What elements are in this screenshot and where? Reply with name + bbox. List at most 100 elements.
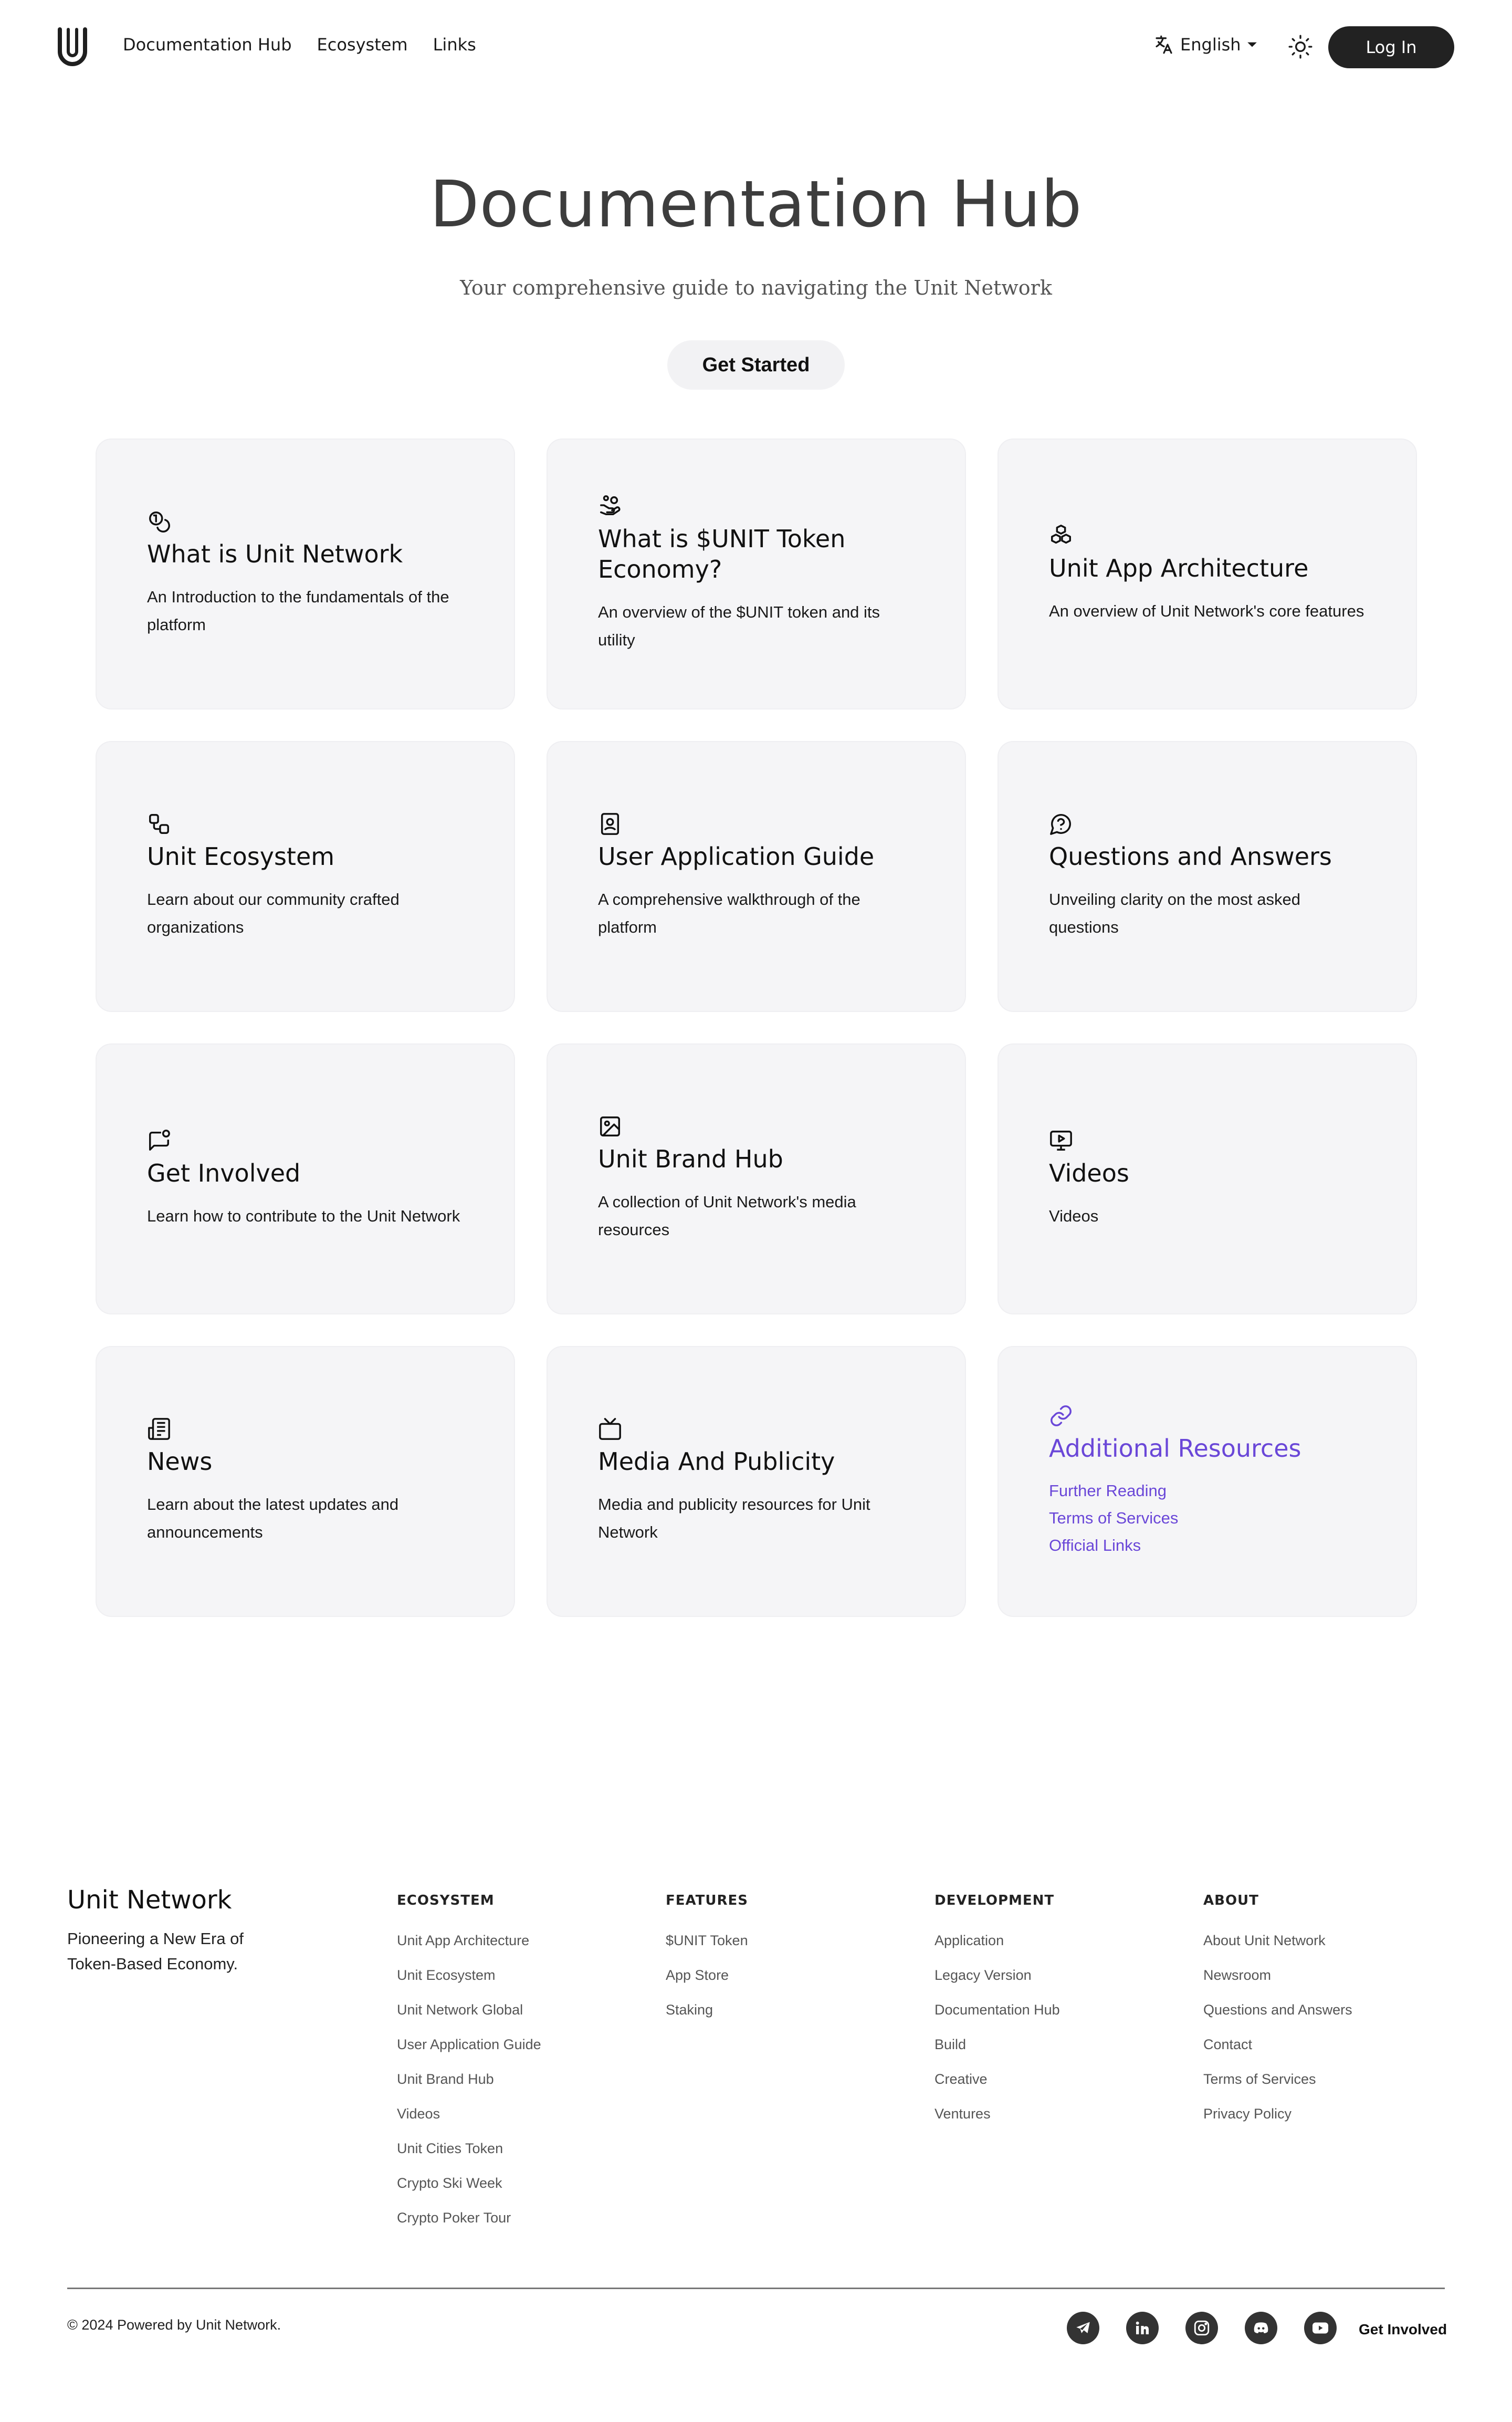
page-title: Documentation Hub bbox=[429, 167, 1083, 242]
coins-icon bbox=[149, 511, 170, 533]
footer-link[interactable]: Unit Cities Token bbox=[397, 2131, 541, 2166]
footer-link[interactable]: Unit Ecosystem bbox=[397, 1958, 541, 1992]
card-title: Additional Resources bbox=[1049, 1434, 1301, 1463]
card-description: An overview of the $UNIT token and its u… bbox=[598, 603, 880, 649]
card-unit-ecosystem[interactable]: Unit Ecosystem Learn about our community… bbox=[97, 742, 514, 1011]
footer-link[interactable]: Staking bbox=[666, 1992, 748, 2027]
card-title: Unit App Architecture bbox=[1049, 554, 1309, 582]
card-description: An overview of Unit Network's core featu… bbox=[1049, 601, 1364, 620]
nav-ecosystem[interactable]: Ecosystem bbox=[317, 35, 408, 55]
footer-link[interactable]: App Store bbox=[666, 1958, 748, 1992]
footer-heading: DEVELOPMENT bbox=[934, 1893, 1055, 1908]
get-started-button[interactable]: Get Started bbox=[667, 340, 845, 390]
footer-column-about: ABOUT About Unit Network Newsroom Questi… bbox=[1203, 1893, 1352, 2131]
discord-icon[interactable] bbox=[1245, 2312, 1277, 2344]
cubes-icon bbox=[1051, 524, 1071, 544]
footer-column-ecosystem: ECOSYSTEM Unit App Architecture Unit Eco… bbox=[397, 1893, 541, 2235]
footer-link[interactable]: Documentation Hub bbox=[934, 1992, 1060, 2027]
unit-logo-icon[interactable] bbox=[57, 27, 88, 67]
telegram-icon[interactable] bbox=[1067, 2312, 1099, 2344]
card-what-is-unit-network[interactable]: What is Unit Network An Introduction to … bbox=[97, 440, 514, 708]
card-title: Videos bbox=[1049, 1158, 1129, 1187]
page-subtitle: Your comprehensive guide to navigating t… bbox=[460, 276, 1052, 299]
footer-heading: ABOUT bbox=[1203, 1893, 1259, 1908]
doc-card-grid: What is Unit Network An Introduction to … bbox=[97, 440, 1416, 1616]
card-title: Media And Publicity bbox=[598, 1447, 835, 1476]
card-user-application-guide[interactable]: User Application Guide A comprehensive w… bbox=[548, 742, 965, 1011]
copyright: © 2024 Powered by Unit Network. bbox=[67, 2317, 281, 2333]
question-bubble-icon bbox=[1050, 814, 1071, 835]
footer-link[interactable]: Questions and Answers bbox=[1203, 1992, 1352, 2027]
linkedin-icon[interactable] bbox=[1126, 2312, 1159, 2344]
main-nav: Documentation Hub Ecosystem Links bbox=[123, 35, 476, 55]
footer-column-features: FEATURES $UNIT Token App Store Staking bbox=[666, 1893, 748, 2027]
login-button[interactable]: Log In bbox=[1328, 26, 1454, 68]
footer-link[interactable]: $UNIT Token bbox=[666, 1923, 748, 1958]
footer-link[interactable]: Terms of Services bbox=[1203, 2062, 1352, 2096]
card-description: Learn about our community crafted organi… bbox=[147, 890, 400, 936]
newspaper-icon bbox=[148, 1418, 170, 1440]
footer-link[interactable]: Privacy Policy bbox=[1203, 2096, 1352, 2131]
footer-link[interactable]: User Application Guide bbox=[397, 2027, 541, 2062]
link-further-reading[interactable]: Further Reading bbox=[1049, 1477, 1366, 1505]
additional-links: Further Reading Terms of Services Offici… bbox=[1049, 1477, 1366, 1559]
card-media-and-publicity[interactable]: Media And Publicity Media and publicity … bbox=[548, 1347, 965, 1616]
footer-link[interactable]: Contact bbox=[1203, 2027, 1352, 2062]
card-title: What is $UNIT Token Economy? bbox=[598, 525, 846, 583]
card-title: What is Unit Network bbox=[147, 540, 403, 568]
card-title: Get Involved bbox=[147, 1158, 301, 1187]
card-unit-app-architecture[interactable]: Unit App Architecture An overview of Uni… bbox=[999, 440, 1416, 708]
language-selector[interactable]: English bbox=[1153, 34, 1258, 56]
card-description: A comprehensive walkthrough of the platf… bbox=[598, 890, 860, 936]
card-description: An Introduction to the fundamentals of t… bbox=[147, 588, 449, 634]
footer-tagline: Pioneering a New Era of Token-Based Econ… bbox=[67, 1929, 244, 1973]
card-videos[interactable]: Videos Videos bbox=[999, 1045, 1416, 1313]
youtube-icon[interactable] bbox=[1304, 2312, 1337, 2344]
footer-link[interactable]: About Unit Network bbox=[1203, 1923, 1352, 1958]
caret-down-icon bbox=[1247, 42, 1257, 47]
link-official-links[interactable]: Official Links bbox=[1049, 1532, 1366, 1559]
footer-link[interactable]: Crypto Poker Tour bbox=[397, 2200, 541, 2235]
card-description: Videos bbox=[1049, 1206, 1099, 1225]
nav-documentation-hub[interactable]: Documentation Hub bbox=[123, 35, 292, 55]
footer-link[interactable]: Unit Brand Hub bbox=[397, 2062, 541, 2096]
card-description: A collection of Unit Network's media res… bbox=[598, 1193, 856, 1239]
card-questions-and-answers[interactable]: Questions and Answers Unveiling clarity … bbox=[999, 742, 1416, 1011]
link-terms-of-services[interactable]: Terms of Services bbox=[1049, 1505, 1366, 1532]
footer-link[interactable]: Build bbox=[934, 2027, 1060, 2062]
card-description: Media and publicity resources for Unit N… bbox=[598, 1495, 870, 1541]
card-title: News bbox=[147, 1447, 213, 1476]
get-involved-link[interactable]: Get Involved bbox=[1359, 2321, 1447, 2338]
card-unit-brand-hub[interactable]: Unit Brand Hub A collection of Unit Netw… bbox=[548, 1045, 965, 1313]
footer-brand: Unit Network bbox=[67, 1885, 232, 1915]
link-icon bbox=[1051, 1405, 1072, 1426]
card-description: Unveiling clarity on the most asked ques… bbox=[1049, 890, 1301, 936]
card-get-involved[interactable]: Get Involved Learn how to contribute to … bbox=[97, 1045, 514, 1313]
footer-link[interactable]: Ventures bbox=[934, 2096, 1060, 2131]
card-title: Unit Brand Hub bbox=[598, 1145, 783, 1173]
sun-icon[interactable] bbox=[1287, 34, 1314, 60]
footer-link[interactable]: Legacy Version bbox=[934, 1958, 1060, 1992]
card-news[interactable]: News Learn about the latest updates and … bbox=[97, 1347, 514, 1616]
hand-coins-icon bbox=[600, 495, 621, 516]
footer-link[interactable]: Newsroom bbox=[1203, 1958, 1352, 1992]
footer-link[interactable]: Creative bbox=[934, 2062, 1060, 2096]
footer-heading: FEATURES bbox=[666, 1893, 748, 1908]
monitor-play-icon bbox=[1050, 1130, 1072, 1151]
instagram-icon[interactable] bbox=[1185, 2312, 1218, 2344]
footer-column-development: DEVELOPMENT Application Legacy Version D… bbox=[934, 1893, 1060, 2131]
top-navbar: Documentation Hub Ecosystem Links Englis… bbox=[0, 0, 1512, 95]
nav-links[interactable]: Links bbox=[433, 35, 476, 55]
footer-link[interactable]: Application bbox=[934, 1923, 1060, 1958]
footer-link[interactable]: Unit App Architecture bbox=[397, 1923, 541, 1958]
translate-icon bbox=[1156, 35, 1172, 54]
card-description: Learn about the latest updates and annou… bbox=[147, 1495, 399, 1541]
tv-icon bbox=[599, 1418, 621, 1440]
footer-link[interactable]: Unit Network Global bbox=[397, 1992, 541, 2027]
message-dot-icon bbox=[149, 1129, 170, 1151]
card-description: Learn how to contribute to the Unit Netw… bbox=[147, 1206, 460, 1225]
card-unit-token-economy[interactable]: What is $UNIT Token Economy? An overview… bbox=[548, 440, 965, 708]
footer-link[interactable]: Videos bbox=[397, 2096, 541, 2131]
footer-link[interactable]: Crypto Ski Week bbox=[397, 2166, 541, 2200]
card-title: User Application Guide bbox=[598, 842, 875, 871]
